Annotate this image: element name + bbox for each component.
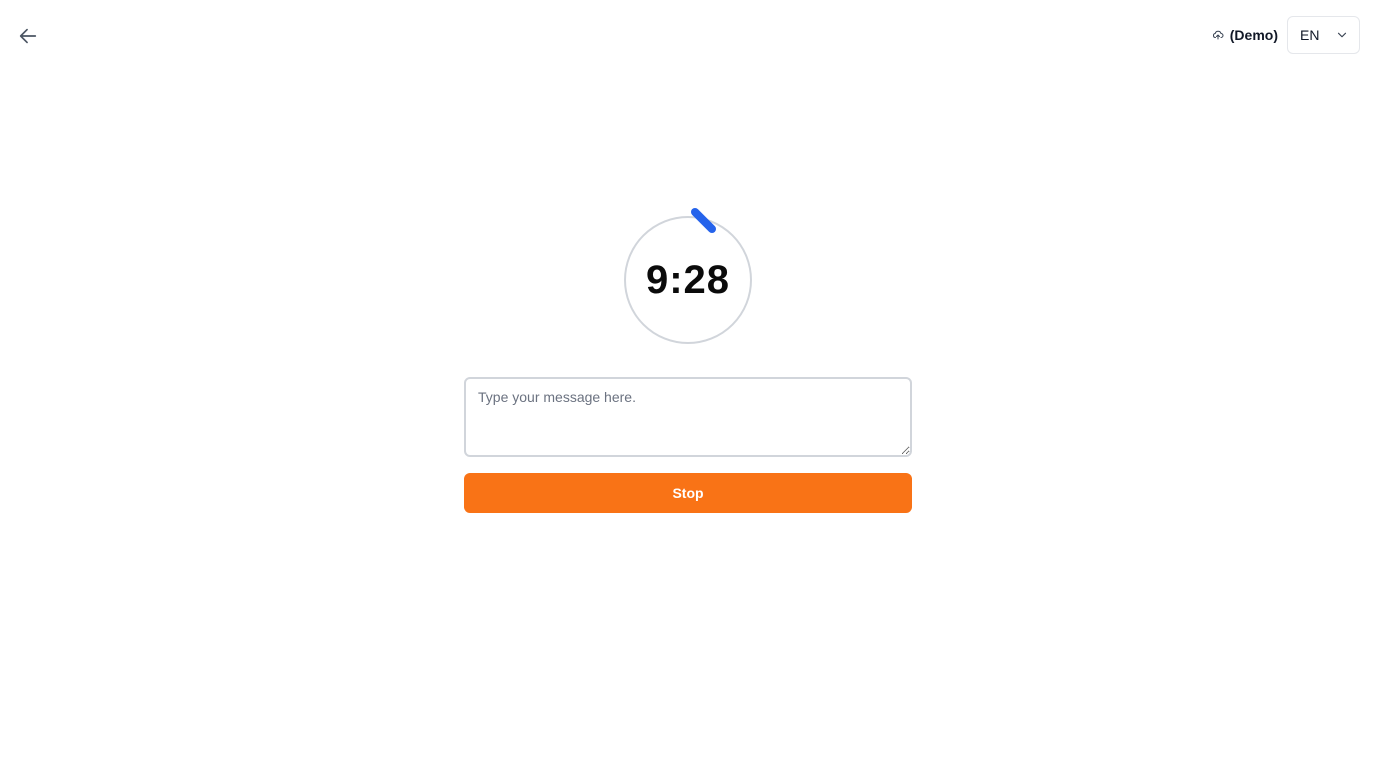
cloud-upload-icon [1212,30,1224,40]
language-select[interactable]: EN [1287,16,1360,54]
chevron-down-icon [1337,32,1347,38]
countdown-timer: 9:28 [608,200,768,360]
back-button[interactable] [14,22,42,50]
stop-button[interactable]: Stop [464,473,912,513]
language-value: EN [1300,27,1320,43]
message-input[interactable] [464,377,912,457]
demo-indicator: (Demo) [1212,27,1278,43]
page: (Demo) EN 9:28 Stop [0,0,1376,768]
arrow-left-icon [19,28,37,44]
header-controls: (Demo) EN [1212,16,1360,54]
demo-label: (Demo) [1229,27,1278,43]
timer-display: 9:28 [645,257,731,302]
